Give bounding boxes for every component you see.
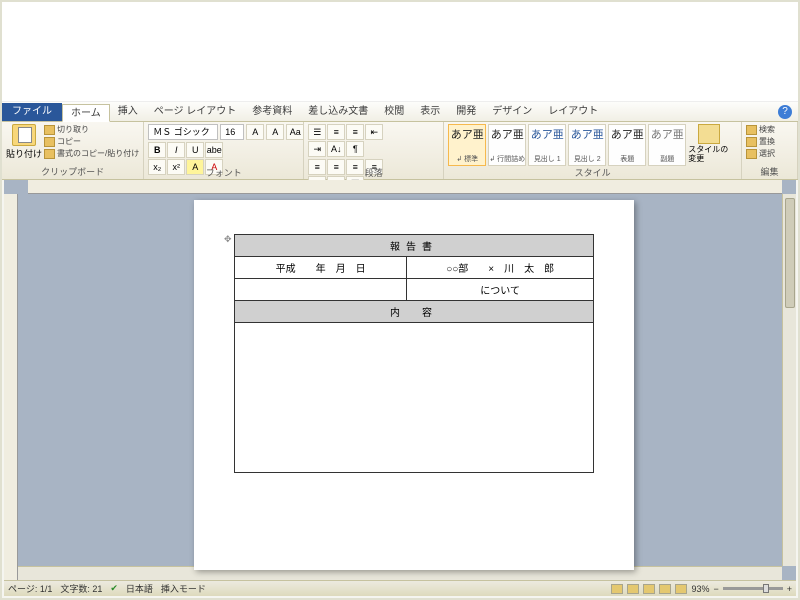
view-outline-icon[interactable] bbox=[659, 584, 671, 594]
tab-view[interactable]: 表示 bbox=[412, 103, 448, 121]
report-title-cell[interactable]: 報告書 bbox=[235, 235, 594, 257]
zoom-level[interactable]: 93% bbox=[691, 584, 709, 594]
group-paragraph: ☰ ≡ ≡ ⇤ ⇥ A↓ ¶ ≡ ≡ ≡ ≡ ‡ ▦ 田 段 bbox=[304, 122, 444, 179]
replace-icon bbox=[746, 137, 757, 147]
status-page[interactable]: ページ: 1/1 bbox=[8, 582, 52, 595]
paste-label: 貼り付け bbox=[6, 147, 42, 160]
find-button[interactable]: 検索 bbox=[746, 124, 775, 135]
group-styles-label: スタイル bbox=[448, 166, 737, 180]
group-clipboard: 貼り付け 切り取り コピー 書式のコピー/貼り付け クリップボード bbox=[2, 122, 144, 179]
bold-button[interactable]: B bbox=[148, 142, 166, 158]
document-page[interactable]: ✥ 報告書 平成 年 月 日 ○○部 × 川 太 郎 について 内 容 bbox=[194, 200, 634, 570]
multilevel-button[interactable]: ≡ bbox=[346, 124, 364, 140]
zoom-slider[interactable] bbox=[723, 587, 783, 590]
sort-button[interactable]: A↓ bbox=[327, 141, 345, 157]
status-bar: ページ: 1/1 文字数: 21 ✔ 日本語 挿入モード 93% − + bbox=[4, 580, 796, 596]
underline-button[interactable]: U bbox=[186, 142, 204, 158]
strike-button[interactable]: abe bbox=[205, 142, 223, 158]
group-paragraph-label: 段落 bbox=[308, 166, 439, 180]
style-heading1[interactable]: あア亜見出し 1 bbox=[528, 124, 566, 166]
group-editing-label: 編集 bbox=[746, 165, 793, 179]
brush-icon bbox=[44, 149, 55, 159]
group-styles: あア亜↲ 標準 あア亜↲ 行間詰め あア亜見出し 1 あア亜見出し 2 あア亜表… bbox=[444, 122, 742, 179]
document-area: ✥ 報告書 平成 年 月 日 ○○部 × 川 太 郎 について 内 容 bbox=[4, 180, 796, 580]
subject-cell[interactable]: について bbox=[407, 279, 594, 301]
format-painter-button[interactable]: 書式のコピー/貼り付け bbox=[44, 148, 139, 159]
view-print-layout-icon[interactable] bbox=[611, 584, 623, 594]
content-body-cell[interactable] bbox=[235, 323, 594, 473]
tab-home[interactable]: ホーム bbox=[62, 104, 110, 122]
decrease-indent-button[interactable]: ⇤ bbox=[365, 124, 383, 140]
status-proofing-icon[interactable]: ✔ bbox=[110, 583, 118, 594]
status-language[interactable]: 日本語 bbox=[126, 582, 153, 595]
tab-file[interactable]: ファイル bbox=[2, 103, 62, 121]
select-icon bbox=[746, 149, 757, 159]
scrollbar-thumb[interactable] bbox=[785, 198, 795, 308]
style-heading2[interactable]: あア亜見出し 2 bbox=[568, 124, 606, 166]
view-web-layout-icon[interactable] bbox=[643, 584, 655, 594]
tab-review[interactable]: 校閲 bbox=[376, 103, 412, 121]
replace-button[interactable]: 置換 bbox=[746, 136, 775, 147]
tab-design[interactable]: デザイン bbox=[484, 103, 540, 121]
tab-references[interactable]: 参考資料 bbox=[244, 103, 300, 121]
change-case-button[interactable]: Aa bbox=[286, 124, 304, 140]
scissors-icon bbox=[44, 125, 55, 135]
style-title[interactable]: あア亜表題 bbox=[608, 124, 646, 166]
copy-icon bbox=[44, 137, 55, 147]
group-font: ＭＳ ゴシック 16 A A Aa B I U abe x₂ x² A A フォ bbox=[144, 122, 304, 179]
window-titlebar-blank bbox=[2, 2, 798, 102]
group-font-label: フォント bbox=[148, 166, 299, 180]
group-editing: 検索 置換 選択 編集 bbox=[742, 122, 798, 179]
copy-button[interactable]: コピー bbox=[44, 136, 139, 147]
table-anchor-icon[interactable]: ✥ bbox=[224, 234, 232, 245]
view-full-screen-icon[interactable] bbox=[627, 584, 639, 594]
help-icon[interactable]: ? bbox=[778, 105, 792, 119]
paste-button[interactable]: 貼り付け bbox=[6, 124, 42, 160]
ribbon-tabs: ファイル ホーム 挿入 ページ レイアウト 参考資料 差し込み文書 校閲 表示 … bbox=[2, 102, 798, 122]
content-header-cell[interactable]: 内 容 bbox=[235, 301, 594, 323]
tab-insert[interactable]: 挿入 bbox=[110, 103, 146, 121]
grow-font-button[interactable]: A bbox=[246, 124, 264, 140]
status-insert-mode[interactable]: 挿入モード bbox=[161, 582, 206, 595]
report-table[interactable]: 報告書 平成 年 月 日 ○○部 × 川 太 郎 について 内 容 bbox=[234, 234, 594, 473]
ribbon: 貼り付け 切り取り コピー 書式のコピー/貼り付け クリップボード ＭＳ ゴシッ… bbox=[2, 122, 798, 180]
vertical-scrollbar[interactable] bbox=[782, 194, 796, 566]
style-normal[interactable]: あア亜↲ 標準 bbox=[448, 124, 486, 166]
style-no-spacing[interactable]: あア亜↲ 行間詰め bbox=[488, 124, 526, 166]
zoom-in-button[interactable]: + bbox=[787, 584, 792, 594]
tab-page-layout[interactable]: ページ レイアウト bbox=[146, 103, 245, 121]
zoom-out-button[interactable]: − bbox=[713, 584, 718, 594]
select-button[interactable]: 選択 bbox=[746, 148, 775, 159]
change-styles-button[interactable]: スタイルの変更 bbox=[688, 124, 730, 163]
show-marks-button[interactable]: ¶ bbox=[346, 141, 364, 157]
group-clipboard-label: クリップボード bbox=[6, 165, 139, 179]
vertical-ruler[interactable] bbox=[4, 194, 18, 580]
tab-mailings[interactable]: 差し込み文書 bbox=[300, 103, 376, 121]
find-icon bbox=[746, 125, 757, 135]
numbering-button[interactable]: ≡ bbox=[327, 124, 345, 140]
style-subtitle[interactable]: あア亜副題 bbox=[648, 124, 686, 166]
cut-button[interactable]: 切り取り bbox=[44, 124, 139, 135]
tab-developer[interactable]: 開発 bbox=[448, 103, 484, 121]
status-word-count[interactable]: 文字数: 21 bbox=[60, 582, 102, 595]
paste-icon bbox=[12, 124, 36, 146]
date-cell[interactable]: 平成 年 月 日 bbox=[235, 257, 407, 279]
font-size-combo[interactable]: 16 bbox=[220, 124, 244, 140]
change-styles-icon bbox=[698, 124, 720, 144]
italic-button[interactable]: I bbox=[167, 142, 185, 158]
bullets-button[interactable]: ☰ bbox=[308, 124, 326, 140]
font-name-combo[interactable]: ＭＳ ゴシック bbox=[148, 124, 218, 140]
zoom-slider-knob[interactable] bbox=[763, 584, 769, 593]
author-cell[interactable]: ○○部 × 川 太 郎 bbox=[407, 257, 594, 279]
view-draft-icon[interactable] bbox=[675, 584, 687, 594]
increase-indent-button[interactable]: ⇥ bbox=[308, 141, 326, 157]
shrink-font-button[interactable]: A bbox=[266, 124, 284, 140]
horizontal-ruler[interactable] bbox=[28, 180, 782, 194]
tab-layout[interactable]: レイアウト bbox=[540, 103, 606, 121]
subject-blank-cell[interactable] bbox=[235, 279, 407, 301]
